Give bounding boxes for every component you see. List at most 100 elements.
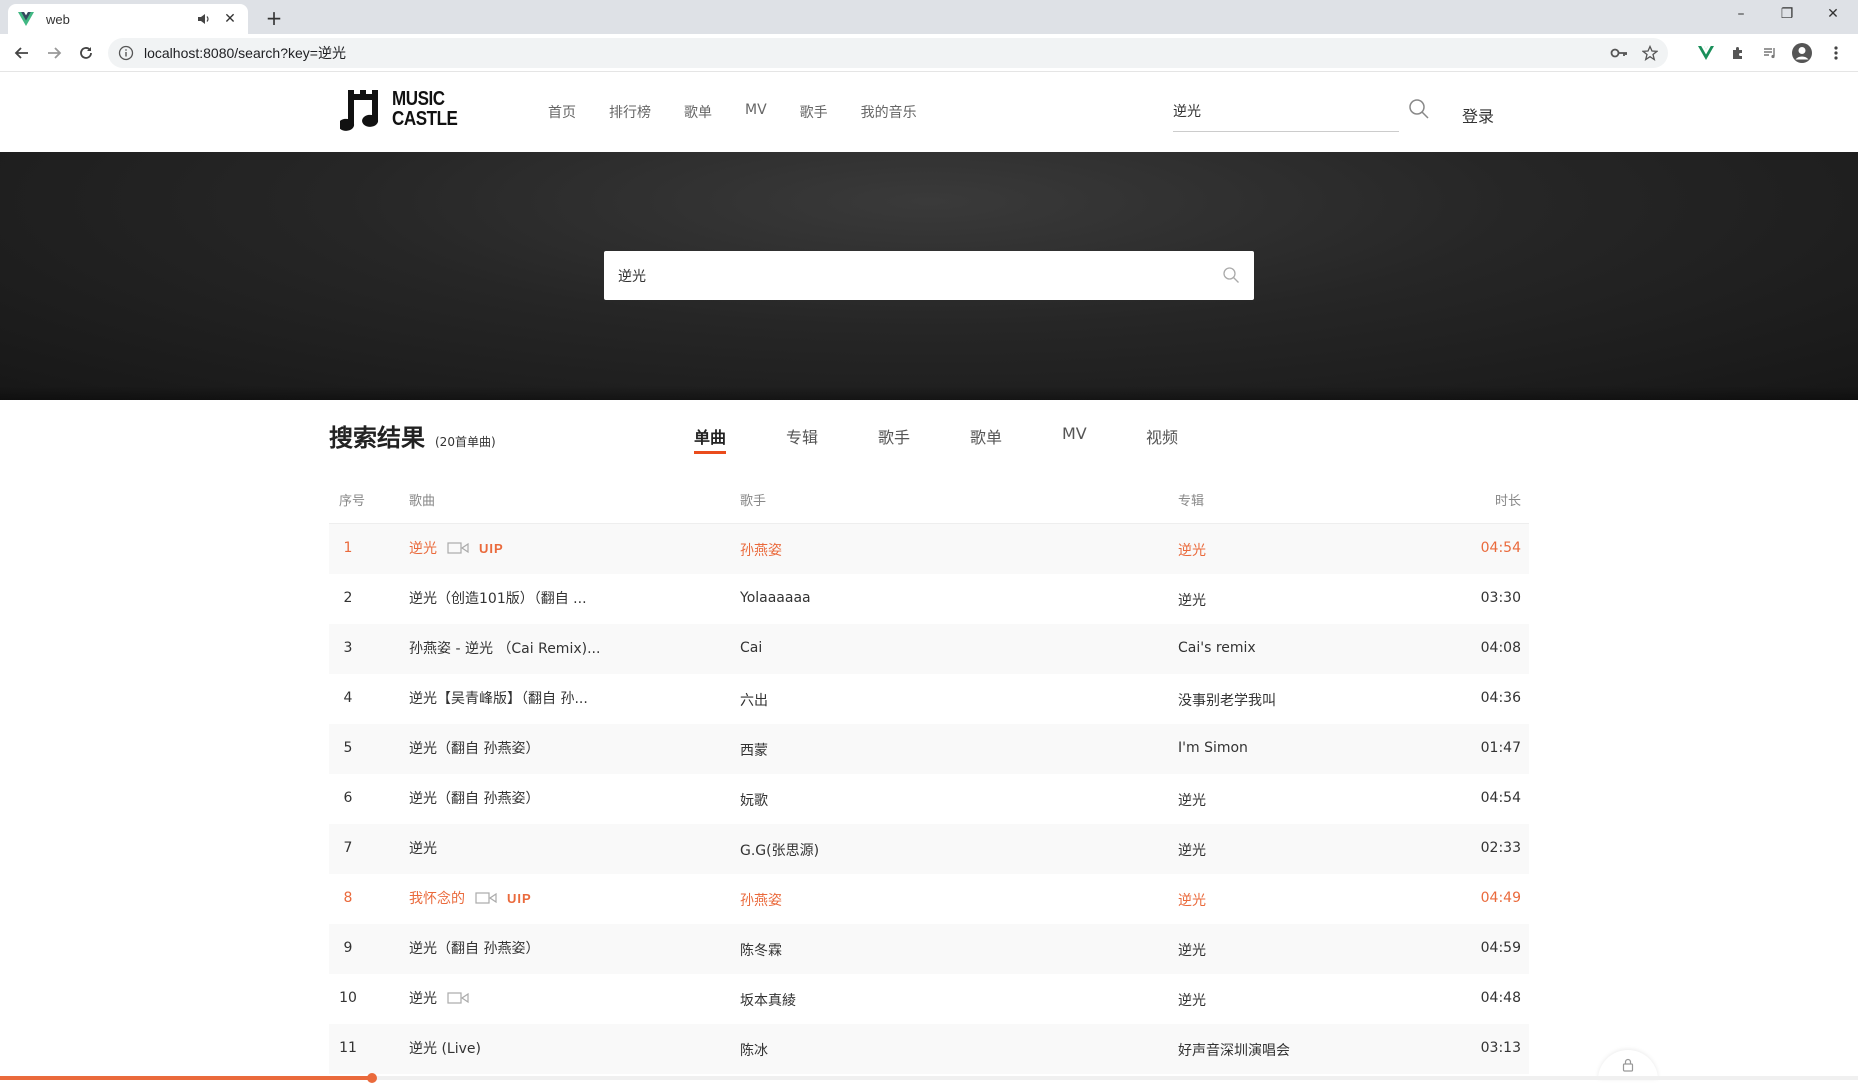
- speaker-icon[interactable]: [196, 11, 212, 27]
- row-artist[interactable]: 六出: [740, 690, 768, 710]
- row-song: 逆光（翻自 孙燕姿）: [409, 738, 539, 758]
- row-index: 1: [343, 540, 353, 556]
- tab-close-icon[interactable]: ✕: [222, 11, 238, 27]
- profile-button[interactable]: [1788, 39, 1816, 67]
- new-tab-button[interactable]: +: [260, 6, 288, 30]
- table-row[interactable]: 3 孙燕姿 - 逆光 （Cai Remix)... Cai Cai's remi…: [329, 624, 1529, 674]
- back-button[interactable]: [8, 39, 36, 67]
- mv-icon[interactable]: [447, 991, 469, 1005]
- restore-button[interactable]: ❐: [1764, 0, 1810, 30]
- tab-songs[interactable]: 单曲: [694, 424, 727, 454]
- table-row[interactable]: 7 逆光 G.G(张思源) 逆光 02:33: [329, 824, 1529, 874]
- row-album[interactable]: 逆光: [1178, 540, 1206, 560]
- row-album[interactable]: I'm Simon: [1178, 740, 1248, 756]
- row-album[interactable]: 逆光: [1178, 790, 1206, 810]
- omnibox[interactable]: localhost:8080/search?key=逆光: [108, 38, 1668, 68]
- tab-playlists[interactable]: 歌单: [970, 424, 1002, 448]
- extensions-button[interactable]: [1724, 39, 1752, 67]
- close-window-button[interactable]: ✕: [1810, 0, 1856, 30]
- row-duration: 01:47: [1480, 740, 1521, 756]
- tab-albums[interactable]: 专辑: [786, 424, 818, 448]
- forward-button[interactable]: [40, 39, 68, 67]
- login-link[interactable]: 登录: [1462, 103, 1494, 127]
- row-artist[interactable]: 孙燕姿: [740, 890, 782, 910]
- song-title[interactable]: 逆光（创造101版）（翻自 ...: [409, 588, 587, 608]
- header-search-input[interactable]: [1173, 92, 1399, 130]
- table-row[interactable]: 4 逆光【吴青峰版】（翻自 孙... 六出 没事别老学我叫 04:36: [329, 674, 1529, 724]
- logo[interactable]: MUSIC CASTLE: [340, 86, 469, 132]
- row-album[interactable]: 逆光: [1178, 890, 1206, 910]
- search-icon[interactable]: [1222, 266, 1240, 284]
- row-album[interactable]: 没事别老学我叫: [1178, 690, 1276, 710]
- info-icon[interactable]: [118, 45, 134, 61]
- table-row[interactable]: 10 逆光 坂本真綾 逆光 04:48: [329, 974, 1529, 1024]
- mv-icon[interactable]: [447, 541, 469, 555]
- row-artist[interactable]: 陈冬霖: [740, 940, 782, 960]
- media-button[interactable]: [1756, 39, 1784, 67]
- row-artist[interactable]: 妧歌: [740, 790, 768, 810]
- table-row[interactable]: 8 我怀念的 UIP 孙燕姿 逆光 04:49: [329, 874, 1529, 924]
- nav-charts[interactable]: 排行榜: [609, 102, 651, 122]
- nav-playlists[interactable]: 歌单: [684, 102, 712, 122]
- song-title[interactable]: 我怀念的: [409, 888, 465, 908]
- nav-artists[interactable]: 歌手: [800, 102, 828, 122]
- row-artist[interactable]: G.G(张思源): [740, 840, 819, 860]
- lock-icon: [1622, 1058, 1634, 1072]
- nav-home[interactable]: 首页: [548, 102, 576, 122]
- song-title[interactable]: 逆光（翻自 孙燕姿）: [409, 738, 539, 758]
- table-row[interactable]: 11 逆光 (Live) 陈冰 好声音深圳演唱会 03:13: [329, 1024, 1529, 1074]
- extensions-icon: [1733, 47, 1742, 59]
- banner-search-input[interactable]: [604, 251, 1184, 300]
- url-text[interactable]: localhost:8080/search?key=逆光: [144, 43, 346, 63]
- vip-badge: UIP: [507, 890, 532, 906]
- vue-devtools-extension[interactable]: [1692, 39, 1720, 67]
- nav-mv[interactable]: MV: [745, 102, 767, 122]
- row-artist[interactable]: 坂本真綾: [740, 990, 796, 1010]
- player-progress[interactable]: [0, 1073, 1858, 1083]
- row-album[interactable]: 逆光: [1178, 990, 1206, 1010]
- song-title[interactable]: 孙燕姿 - 逆光 （Cai Remix)...: [409, 638, 600, 658]
- row-artist[interactable]: 孙燕姿: [740, 540, 782, 560]
- row-artist[interactable]: Yolaaaaaa: [740, 590, 811, 606]
- row-artist[interactable]: Cai: [740, 640, 762, 656]
- key-icon[interactable]: [1610, 45, 1628, 61]
- browser-tabbar: web ✕ + – ❐ ✕: [0, 0, 1858, 34]
- song-title[interactable]: 逆光 (Live): [409, 1038, 481, 1058]
- nav-my-music[interactable]: 我的音乐: [861, 102, 917, 122]
- table-row[interactable]: 5 逆光（翻自 孙燕姿） 西蒙 I'm Simon 01:47: [329, 724, 1529, 774]
- profile-icon: [1792, 43, 1812, 63]
- song-title[interactable]: 逆光（翻自 孙燕姿）: [409, 788, 539, 808]
- row-artist[interactable]: 陈冰: [740, 1040, 768, 1060]
- song-title[interactable]: 逆光: [409, 838, 437, 858]
- minimize-button[interactable]: –: [1718, 0, 1764, 30]
- progress-handle[interactable]: [366, 1073, 377, 1083]
- table-row[interactable]: 2 逆光（创造101版）（翻自 ... Yolaaaaaa 逆光 03:30: [329, 574, 1529, 624]
- tab-videos[interactable]: 视频: [1146, 424, 1178, 448]
- row-album[interactable]: 逆光: [1178, 940, 1206, 960]
- search-icon[interactable]: [1408, 98, 1430, 120]
- main-nav: 首页 排行榜 歌单 MV 歌手 我的音乐: [548, 102, 950, 122]
- forward-icon: [48, 47, 62, 59]
- browser-tab[interactable]: web ✕: [8, 4, 248, 34]
- menu-button[interactable]: [1822, 39, 1850, 67]
- table-row[interactable]: 6 逆光（翻自 孙燕姿） 妧歌 逆光 04:54: [329, 774, 1529, 824]
- mv-icon[interactable]: [475, 891, 497, 905]
- table-row[interactable]: 1 逆光 UIP 孙燕姿 逆光 04:54: [329, 524, 1529, 574]
- site-header: MUSIC CASTLE 首页 排行榜 歌单 MV 歌手 我的音乐 登录: [0, 72, 1858, 152]
- song-title[interactable]: 逆光（翻自 孙燕姿）: [409, 938, 539, 958]
- song-title[interactable]: 逆光: [409, 988, 437, 1008]
- row-artist[interactable]: 西蒙: [740, 740, 768, 760]
- row-album[interactable]: Cai's remix: [1178, 640, 1256, 656]
- song-title[interactable]: 逆光【吴青峰版】（翻自 孙...: [409, 688, 588, 708]
- tab-artists[interactable]: 歌手: [878, 424, 910, 448]
- reload-button[interactable]: [72, 39, 100, 67]
- tab-mv[interactable]: MV: [1062, 424, 1087, 443]
- row-album[interactable]: 好声音深圳演唱会: [1178, 1040, 1290, 1060]
- row-song: 逆光（翻自 孙燕姿）: [409, 788, 539, 808]
- row-album[interactable]: 逆光: [1178, 590, 1206, 610]
- back-icon: [14, 47, 28, 59]
- song-title[interactable]: 逆光: [409, 538, 437, 558]
- row-album[interactable]: 逆光: [1178, 840, 1206, 860]
- table-row[interactable]: 9 逆光（翻自 孙燕姿） 陈冬霖 逆光 04:59: [329, 924, 1529, 974]
- star-icon[interactable]: [1642, 45, 1658, 61]
